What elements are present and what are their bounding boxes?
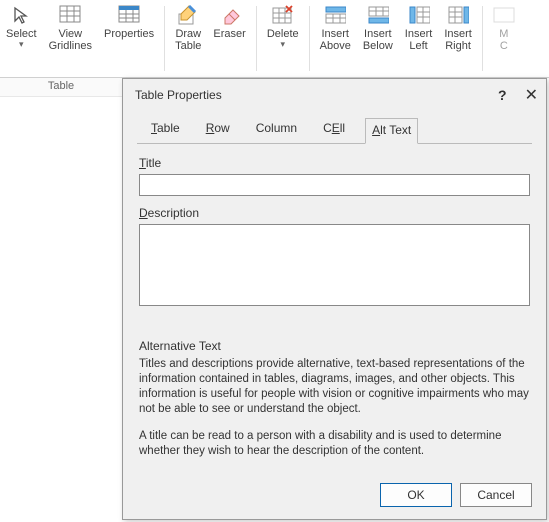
help-button[interactable]: ? xyxy=(498,87,507,103)
alternative-text-heading: Alternative Text xyxy=(139,339,530,353)
insert-col-right-icon xyxy=(447,4,469,26)
insert-above-button[interactable]: InsertAbove xyxy=(314,0,357,77)
description-label: Description xyxy=(139,206,530,220)
insert-left-button[interactable]: InsertLeft xyxy=(399,0,439,77)
alt-text-panel: Title Description Alternative Text Title… xyxy=(123,144,546,459)
draw-table-button[interactable]: DrawTable xyxy=(169,0,207,77)
separator xyxy=(256,6,257,71)
title-input[interactable] xyxy=(139,174,530,196)
chevron-down-icon: ▾ xyxy=(19,40,24,48)
insert-row-below-icon xyxy=(367,4,389,26)
tab-row[interactable]: Row xyxy=(200,117,236,143)
description-input[interactable] xyxy=(139,224,530,306)
ribbon: Select ▾ ViewGridlines Properties DrawTa… xyxy=(0,0,549,78)
properties-icon xyxy=(118,4,140,26)
tab-alt-text[interactable]: Alt Text xyxy=(365,118,418,144)
cursor-icon xyxy=(10,4,32,26)
ok-button[interactable]: OK xyxy=(380,483,452,507)
merge-icon xyxy=(493,4,515,26)
table-properties-dialog: Table Properties ? ✕ Table Row Column CE… xyxy=(122,78,547,520)
eraser-button[interactable]: Eraser xyxy=(207,0,251,77)
select-button[interactable]: Select ▾ xyxy=(0,0,43,77)
delete-button[interactable]: Delete ▾ xyxy=(261,0,305,77)
view-gridlines-button[interactable]: ViewGridlines xyxy=(43,0,98,77)
cancel-button[interactable]: Cancel xyxy=(460,483,532,507)
separator xyxy=(164,6,165,71)
tab-column[interactable]: Column xyxy=(250,117,303,143)
tab-table[interactable]: Table xyxy=(145,117,186,143)
dialog-title: Table Properties xyxy=(135,88,222,102)
dialog-tabs: Table Row Column CEll Alt Text xyxy=(123,111,546,143)
insert-col-left-icon xyxy=(408,4,430,26)
pencil-icon xyxy=(177,4,199,26)
merge-cells-cut: MC xyxy=(487,0,521,77)
separator xyxy=(309,6,310,71)
close-button[interactable]: ✕ xyxy=(525,85,538,105)
ribbon-group-label: Table xyxy=(0,78,122,97)
alt-text-help-2: A title can be read to a person with a d… xyxy=(139,429,530,459)
chevron-down-icon: ▾ xyxy=(280,40,285,48)
properties-button[interactable]: Properties xyxy=(98,0,160,77)
grid-icon xyxy=(59,4,81,26)
separator xyxy=(482,6,483,71)
alt-text-help-1: Titles and descriptions provide alternat… xyxy=(139,357,530,417)
tab-cell[interactable]: CEll xyxy=(317,117,351,143)
eraser-icon xyxy=(219,4,241,26)
dialog-titlebar: Table Properties ? ✕ xyxy=(123,79,546,111)
title-label: Title xyxy=(139,156,530,170)
insert-below-button[interactable]: InsertBelow xyxy=(357,0,399,77)
dialog-buttons: OK Cancel xyxy=(380,483,532,507)
insert-row-above-icon xyxy=(324,4,346,26)
delete-table-icon xyxy=(272,4,294,26)
insert-right-button[interactable]: InsertRight xyxy=(438,0,478,77)
